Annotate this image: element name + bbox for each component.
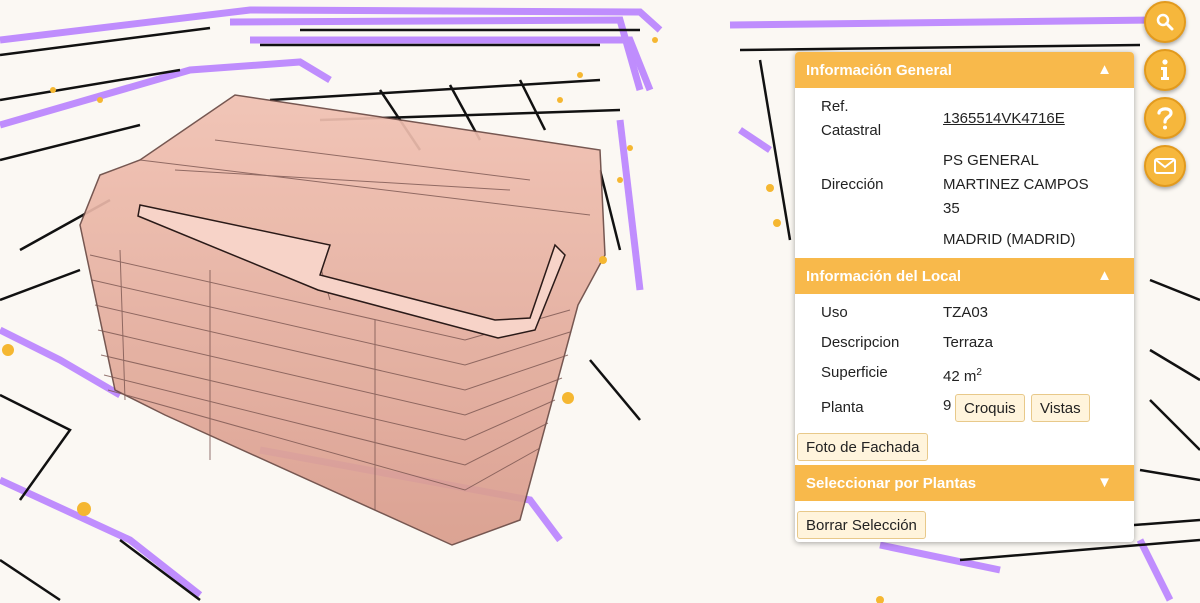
collapse-arrow-icon[interactable]: ▲ xyxy=(1097,267,1112,284)
section-title-plantas: Seleccionar por Plantas xyxy=(806,474,977,492)
expand-arrow-icon[interactable]: ▼ xyxy=(1097,474,1112,491)
planta-value: 9 xyxy=(943,397,952,414)
direccion-city: MADRID (MADRID) xyxy=(943,231,1076,248)
ref-catastral-label-1: Ref. xyxy=(821,98,849,115)
section-header-general[interactable]: Información General ▲ xyxy=(795,52,1134,88)
collapse-arrow-icon[interactable]: ▲ xyxy=(1097,61,1112,78)
mail-icon xyxy=(1154,158,1176,174)
uso-value: TZA03 xyxy=(943,304,989,321)
info-icon xyxy=(1161,59,1169,80)
ref-catastral-label-2: Catastral xyxy=(821,122,882,139)
descripcion-label: Descripcion xyxy=(821,334,900,351)
help-button[interactable] xyxy=(1144,97,1186,139)
direccion-line-3: 35 xyxy=(943,200,960,217)
direccion-line-2: MARTINEZ CAMPOS xyxy=(943,176,1089,193)
ref-catastral-link[interactable]: 1365514VK4716E xyxy=(943,106,1065,131)
search-button[interactable] xyxy=(1144,1,1186,43)
planta-label: Planta xyxy=(821,399,864,416)
search-icon xyxy=(1156,13,1174,31)
info-panel: Información General ▲ Ref. Catastral 136… xyxy=(795,52,1134,542)
superficie-value: 42 m2 xyxy=(943,360,982,389)
info-button[interactable] xyxy=(1144,49,1186,91)
superficie-unit-superscript: 2 xyxy=(976,367,982,378)
section-title-local: Información del Local xyxy=(806,267,962,285)
building-3d[interactable] xyxy=(79,94,606,546)
section-header-local[interactable]: Información del Local ▲ xyxy=(795,258,1134,294)
vistas-button[interactable]: Vistas xyxy=(1031,394,1090,422)
descripcion-value: Terraza xyxy=(943,334,994,351)
superficie-number: 42 m xyxy=(943,368,977,385)
help-icon xyxy=(1157,107,1173,130)
uso-label: Uso xyxy=(821,304,848,321)
direccion-label: Dirección xyxy=(821,176,884,193)
section-header-plantas[interactable]: Seleccionar por Plantas ▼ xyxy=(795,465,1134,501)
direccion-line-1: PS GENERAL xyxy=(943,152,1039,169)
superficie-label: Superficie xyxy=(821,364,888,381)
foto-fachada-button[interactable]: Foto de Fachada xyxy=(797,433,929,461)
croquis-button[interactable]: Croquis xyxy=(955,394,1025,422)
section-title-general: Información General xyxy=(806,61,952,79)
mail-button[interactable] xyxy=(1144,145,1186,187)
borrar-seleccion-button[interactable]: Borrar Selección xyxy=(797,511,926,539)
